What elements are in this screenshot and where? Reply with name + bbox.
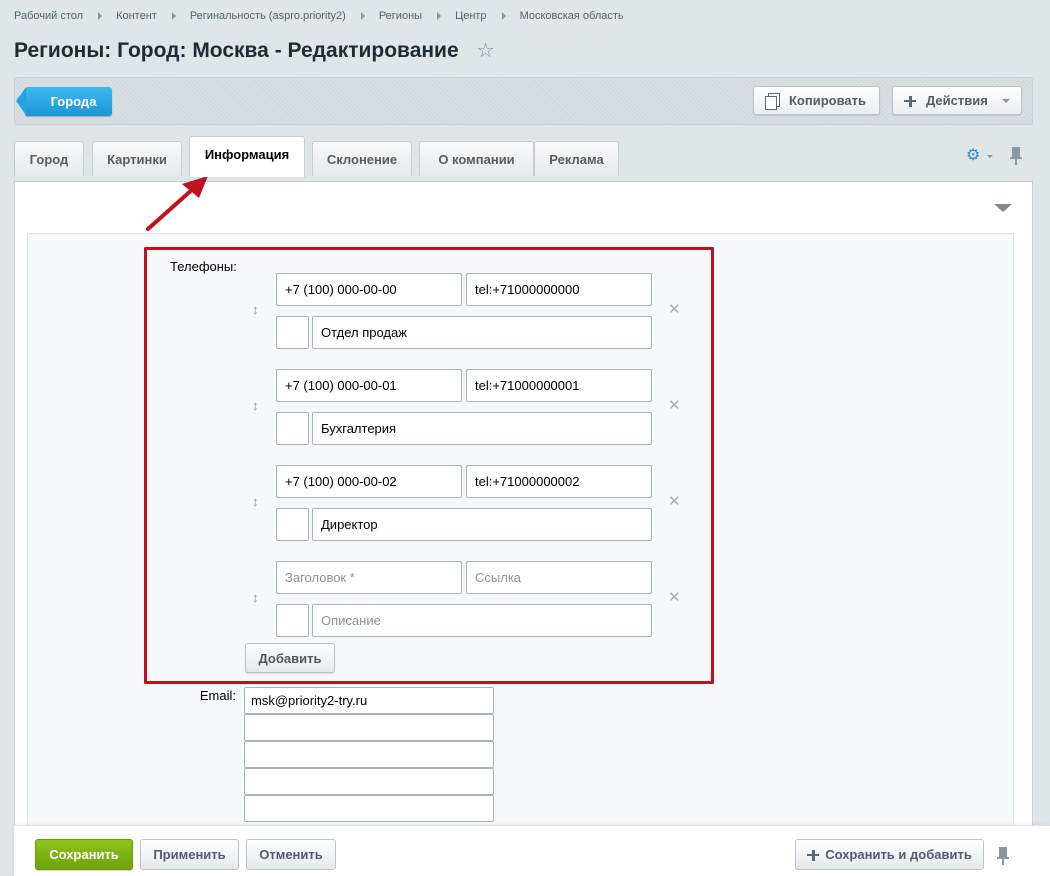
cancel-button[interactable]: Отменить (246, 839, 336, 870)
plus-icon (904, 95, 916, 107)
back-to-cities-button[interactable]: Города (16, 87, 112, 116)
chevron-right-icon (171, 12, 176, 20)
tab-information[interactable]: Информация (189, 136, 305, 177)
tab-about-company[interactable]: О компании (419, 141, 534, 176)
collapse-icon[interactable] (994, 204, 1012, 212)
email-label: Email: (199, 688, 236, 703)
chevron-right-icon (98, 12, 103, 20)
gear-icon[interactable]: ⚙ (966, 148, 982, 164)
tab-advertising[interactable]: Реклама (534, 141, 619, 176)
save-and-add-button[interactable]: Сохранить и добавить (795, 839, 984, 870)
phone-description-field[interactable]: Отдел продаж (312, 316, 652, 349)
add-button-label: Добавить (258, 650, 322, 666)
tab-images[interactable]: Картинки (92, 141, 182, 176)
email-field[interactable] (244, 714, 494, 741)
pin-icon[interactable] (997, 847, 1009, 865)
phone-description-input[interactable]: Описание (312, 604, 652, 637)
close-icon[interactable]: ✕ (668, 398, 681, 413)
chevron-down-icon[interactable] (987, 155, 993, 158)
phone-description-field[interactable]: Директор (312, 508, 652, 541)
email-field[interactable]: msk@priority2-try.ru (244, 687, 494, 714)
email-field[interactable] (244, 741, 494, 768)
email-field[interactable] (244, 768, 494, 795)
email-field[interactable] (244, 795, 494, 822)
breadcrumb-item[interactable]: Центр (455, 10, 487, 22)
copy-icon (765, 93, 780, 110)
cancel-button-label: Отменить (259, 847, 323, 862)
actions-button-label: Действия (926, 93, 988, 108)
chevron-right-icon (360, 12, 365, 20)
add-phone-button[interactable]: Добавить (245, 643, 335, 673)
phone-number-field[interactable]: +7 (100) 000-00-02 (276, 465, 462, 498)
pin-icon[interactable] (1010, 147, 1022, 165)
plus-icon (807, 849, 820, 861)
phone-number-field[interactable]: +7 (100) 000-00-01 (276, 369, 462, 402)
phones-label: Телефоны: (170, 259, 237, 274)
phone-checkbox[interactable] (276, 508, 309, 541)
back-button-label: Города (50, 94, 97, 109)
breadcrumb-item[interactable]: Регинальность (aspro.priority2) (190, 10, 346, 22)
actions-button[interactable]: Действия (892, 86, 1022, 115)
tab-city[interactable]: Город (14, 141, 84, 176)
star-icon[interactable]: ☆ (477, 41, 495, 61)
toolbar: Города Копировать Действия (14, 77, 1033, 125)
chevron-down-icon (1001, 98, 1010, 103)
save-and-add-label: Сохранить и добавить (825, 847, 972, 862)
breadcrumb-item[interactable]: Московская область (520, 10, 624, 22)
chevron-right-icon (501, 12, 506, 20)
phone-checkbox[interactable] (276, 412, 309, 445)
save-button[interactable]: Сохранить (35, 839, 133, 870)
drag-handle-icon[interactable]: ↕ (252, 399, 262, 412)
breadcrumb-item[interactable]: Регионы (379, 10, 422, 22)
phone-checkbox[interactable] (276, 604, 309, 637)
title-row: Регионы: Город: Москва - Редактирование … (14, 36, 495, 66)
breadcrumb-item[interactable]: Контент (116, 10, 157, 22)
save-button-label: Сохранить (49, 847, 119, 862)
apply-button-label: Применить (153, 847, 226, 862)
drag-handle-icon[interactable]: ↕ (252, 495, 262, 508)
close-icon[interactable]: ✕ (668, 590, 681, 605)
phone-link-field[interactable]: tel:+71000000000 (466, 273, 652, 306)
copy-button[interactable]: Копировать (753, 86, 880, 115)
apply-button[interactable]: Применить (140, 839, 239, 870)
phone-link-input[interactable]: Ссылка (466, 561, 652, 594)
close-icon[interactable]: ✕ (668, 494, 681, 509)
drag-handle-icon[interactable]: ↕ (252, 591, 262, 604)
page-title: Регионы: Город: Москва - Редактирование (14, 39, 459, 62)
chevron-right-icon (437, 12, 442, 20)
phone-title-input[interactable]: Заголовок * (276, 561, 462, 594)
phone-description-field[interactable]: Бухгалтерия (312, 412, 652, 445)
phone-link-field[interactable]: tel:+71000000001 (466, 369, 652, 402)
close-icon[interactable]: ✕ (668, 302, 681, 317)
phone-checkbox[interactable] (276, 316, 309, 349)
phone-link-field[interactable]: tel:+71000000002 (466, 465, 652, 498)
breadcrumb-item[interactable]: Рабочий стол (14, 10, 83, 22)
breadcrumb: Рабочий стол Контент Регинальность (aspr… (14, 8, 624, 24)
drag-handle-icon[interactable]: ↕ (252, 303, 262, 316)
phone-number-field[interactable]: +7 (100) 000-00-00 (276, 273, 462, 306)
tab-declension[interactable]: Склонение (312, 141, 412, 176)
copy-button-label: Копировать (789, 93, 867, 108)
